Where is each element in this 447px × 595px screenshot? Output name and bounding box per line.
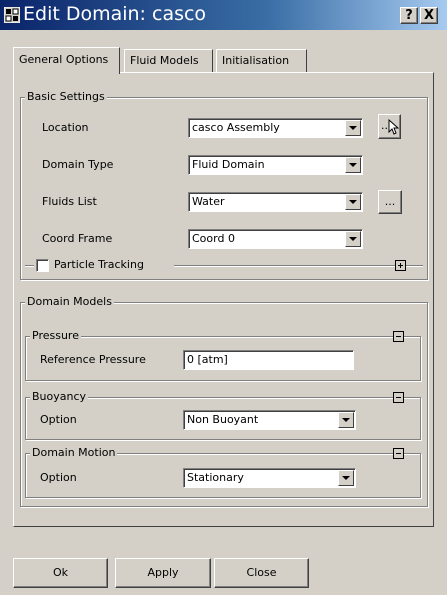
basic-settings-title: Basic Settings [25, 90, 107, 104]
coord-frame-value: Coord 0 [192, 232, 235, 245]
buoyancy-title: Buoyancy [30, 390, 89, 404]
close-button[interactable]: Close [214, 558, 309, 588]
coord-frame-select[interactable]: Coord 0 [188, 229, 363, 249]
buoyancy-option-select[interactable]: Non Buoyant [183, 410, 356, 430]
location-select[interactable]: casco Assembly [188, 118, 363, 138]
tab-fluid-models[interactable]: Fluid Models [124, 49, 213, 73]
domain-app-icon [4, 7, 20, 23]
buoyancy-group: Buoyancy Option Non Buoyant [25, 390, 421, 440]
chevron-down-icon[interactable] [338, 412, 354, 428]
location-value: casco Assembly [192, 121, 280, 134]
domain-models-title: Domain Models [25, 295, 114, 309]
collapse-minus-icon[interactable] [393, 392, 404, 403]
domain-motion-option-label: Option [40, 471, 77, 484]
domain-type-label: Domain Type [42, 158, 114, 171]
reference-pressure-input[interactable]: 0 [atm] [183, 350, 354, 370]
particle-tracking-label: Particle Tracking [54, 258, 144, 271]
fluids-list-select[interactable]: Water [188, 192, 363, 212]
buoyancy-option-value: Non Buoyant [187, 413, 259, 426]
domain-motion-option-value: Stationary [187, 471, 244, 484]
help-button[interactable]: ? [400, 7, 418, 24]
title-bar: Edit Domain: casco ? X [0, 0, 447, 30]
reference-pressure-label: Reference Pressure [40, 353, 146, 366]
chevron-down-icon[interactable] [338, 470, 354, 486]
tab-panel: Basic Settings Location casco Assembly .… [13, 72, 434, 527]
fluids-list-label: Fluids List [42, 195, 97, 208]
pressure-title: Pressure [30, 329, 81, 343]
domain-motion-option-select[interactable]: Stationary [183, 468, 356, 488]
particle-tracking-header: Particle Tracking [34, 258, 174, 273]
mouse-cursor-icon [388, 119, 399, 135]
basic-settings-group: Basic Settings Location casco Assembly .… [20, 90, 428, 280]
domain-type-select[interactable]: Fluid Domain [188, 155, 363, 175]
close-window-button[interactable]: X [420, 7, 438, 24]
chevron-down-icon[interactable] [345, 231, 361, 247]
pressure-group: Pressure Reference Pressure 0 [atm] [25, 329, 421, 381]
location-label: Location [42, 121, 89, 134]
coord-frame-label: Coord Frame [42, 232, 113, 245]
chevron-down-icon[interactable] [345, 194, 361, 210]
chevron-down-icon[interactable] [345, 120, 361, 136]
domain-models-group: Domain Models Pressure Reference Pressur… [20, 295, 428, 507]
reference-pressure-value: 0 [atm] [187, 353, 228, 366]
collapse-minus-icon[interactable] [393, 331, 404, 342]
expand-plus-icon[interactable] [395, 260, 406, 271]
domain-motion-group: Domain Motion Option Stationary [25, 446, 421, 498]
apply-button[interactable]: Apply [115, 558, 211, 588]
collapse-minus-icon[interactable] [393, 448, 404, 459]
tab-general-options[interactable]: General Options [13, 47, 120, 74]
location-browse-button[interactable]: ... [378, 114, 401, 139]
fluids-list-value: Water [192, 195, 225, 208]
tab-initialisation[interactable]: Initialisation [216, 49, 307, 73]
domain-motion-title: Domain Motion [30, 446, 118, 460]
chevron-down-icon[interactable] [345, 157, 361, 173]
buoyancy-option-label: Option [40, 413, 77, 426]
window-title: Edit Domain: casco [23, 3, 207, 25]
domain-type-value: Fluid Domain [192, 158, 265, 171]
fluids-list-browse-button[interactable]: ... [378, 190, 402, 214]
ok-button[interactable]: Ok [13, 558, 108, 588]
particle-tracking-checkbox[interactable] [36, 259, 49, 272]
